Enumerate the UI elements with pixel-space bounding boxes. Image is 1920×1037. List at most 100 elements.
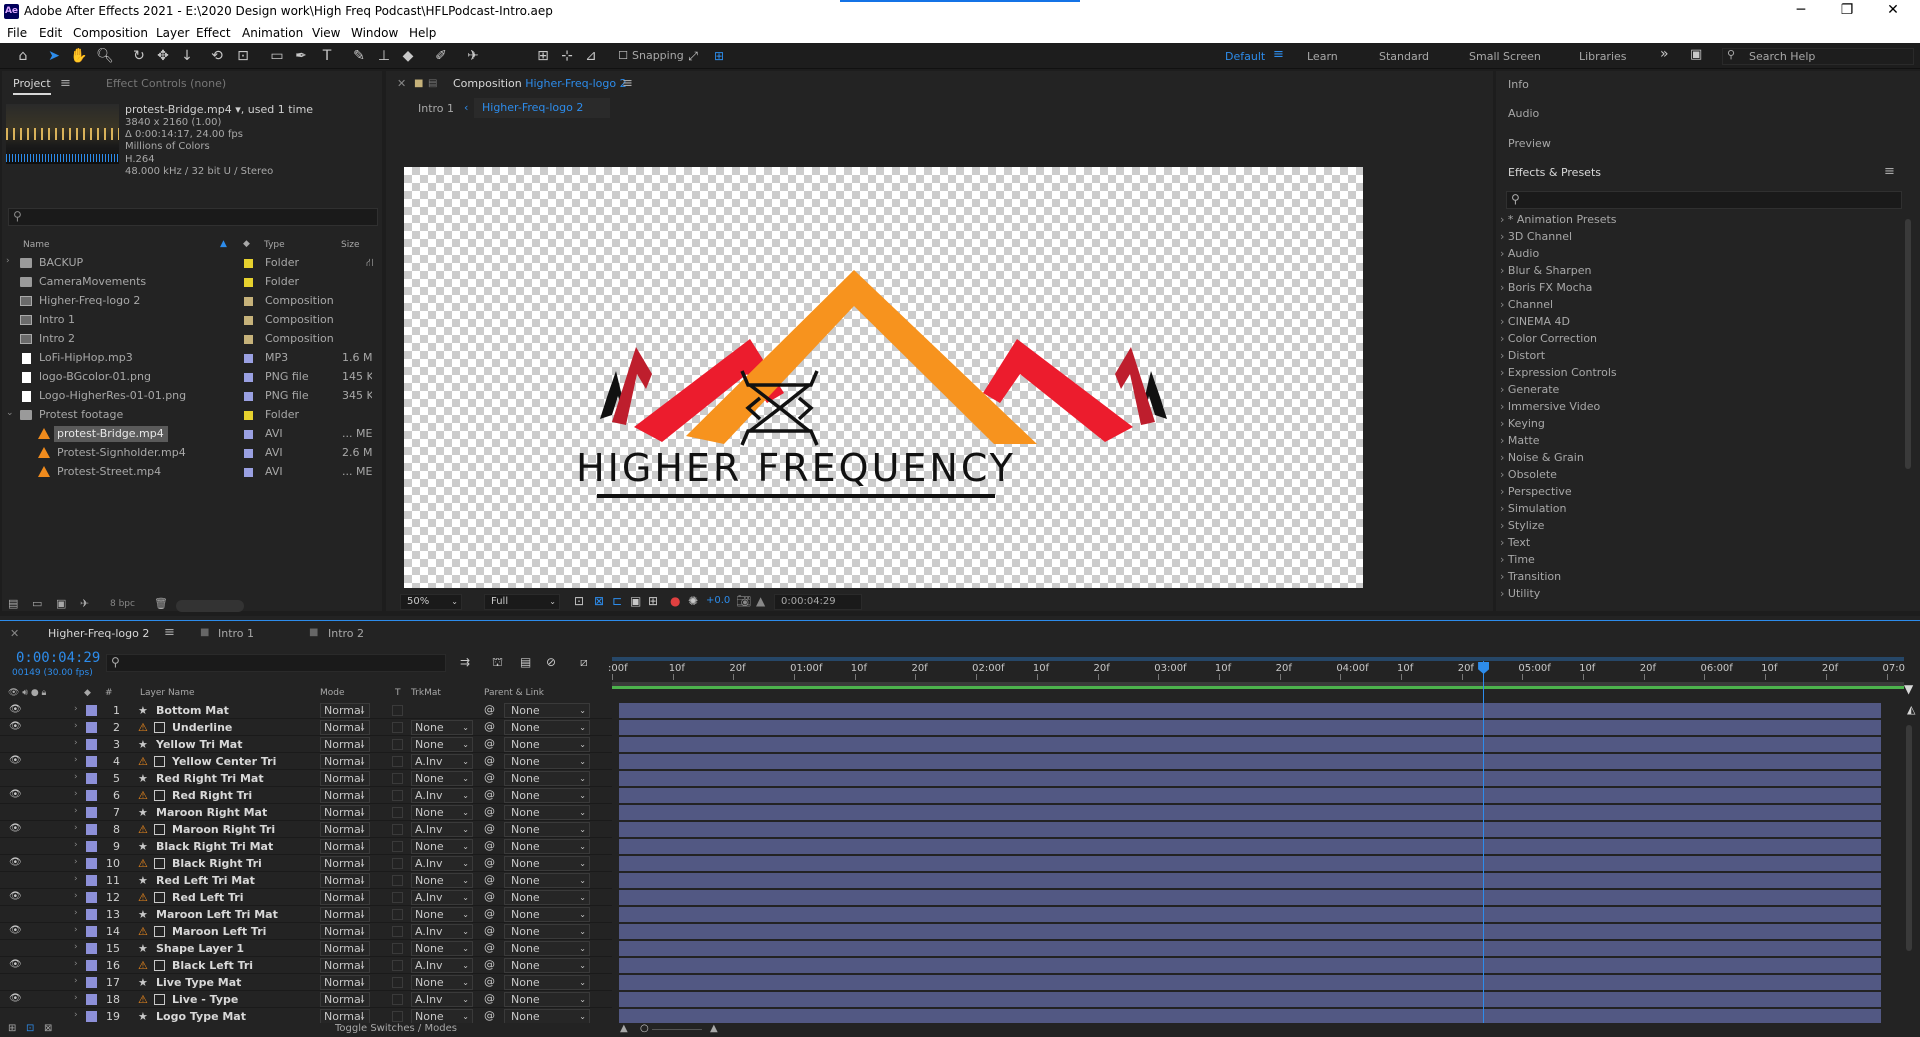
menu-help[interactable]: Help	[409, 26, 436, 40]
layer-name[interactable]: Maroon Left Tri Mat	[156, 908, 278, 921]
label-color-swatch[interactable]	[244, 335, 253, 344]
tab-effect-controls[interactable]: Effect Controls (none)	[106, 73, 226, 95]
timeline-zoom-slider-knob[interactable]: ○	[640, 1023, 649, 1034]
mask-visibility-icon[interactable]: ⊏	[612, 594, 622, 608]
layer-name[interactable]: Maroon Right Mat	[156, 806, 267, 819]
menu-effect[interactable]: Effect	[196, 26, 231, 40]
rotation-tool-icon[interactable]: ⟲	[206, 46, 228, 66]
blend-mode-dropdown[interactable]: Normal ⌄	[320, 737, 370, 752]
effect-category[interactable]: › Boris FX Mocha	[1500, 281, 1592, 294]
layer-duration-bar[interactable]	[619, 839, 1881, 854]
preserve-transparency-checkbox[interactable]	[392, 977, 403, 988]
workspace-libraries[interactable]: Libraries	[1579, 50, 1627, 63]
layer-name[interactable]: Shape Layer 1	[156, 942, 244, 955]
track-matte-dropdown[interactable]: None ⌄	[411, 720, 473, 735]
layer-row[interactable]: › 17 ★ Live Type Mat Normal ⌄ None ⌄ @ None ⌄	[0, 974, 1900, 991]
comp-lock-icon[interactable]: ■	[414, 73, 423, 95]
effects-menu-icon[interactable]: ≡	[1884, 164, 1895, 179]
pan-behind-tool-icon[interactable]: ⊡	[232, 46, 254, 66]
pick-whip-icon[interactable]: @	[484, 754, 495, 767]
layer-name[interactable]: Maroon Left Tri	[172, 925, 266, 938]
parent-dropdown[interactable]: None ⌄	[504, 856, 590, 871]
twirl-icon[interactable]: ›	[74, 738, 78, 748]
parent-dropdown[interactable]: None ⌄	[504, 1009, 590, 1024]
minimize-button[interactable]: ─	[1778, 2, 1824, 18]
snapping-options-icon[interactable]: ⤢	[682, 46, 704, 66]
pick-whip-icon[interactable]: @	[484, 856, 495, 869]
twirl-icon[interactable]: ›	[74, 1010, 78, 1020]
twirl-icon[interactable]: ›	[74, 993, 78, 1003]
preserve-transparency-checkbox[interactable]	[392, 875, 403, 886]
project-item[interactable]: protest-Bridge.mp4 AVI ... ME	[2, 425, 380, 444]
preserve-transparency-checkbox[interactable]	[392, 722, 403, 733]
layer-row[interactable]: › 7 ★ Maroon Right Mat Normal ⌄ None ⌄ @ None ⌄	[0, 804, 1900, 821]
layer-label-color[interactable]	[86, 790, 97, 801]
blend-mode-dropdown[interactable]: Normal ⌄	[320, 924, 370, 939]
parent-dropdown[interactable]: None ⌄	[504, 873, 590, 888]
menu-edit[interactable]: Edit	[39, 26, 62, 40]
blend-mode-dropdown[interactable]: Normal ⌄	[320, 890, 370, 905]
timeline-tab-higher-freq-logo-2[interactable]: Higher-Freq-logo 2	[48, 627, 149, 640]
preserve-transparency-checkbox[interactable]	[392, 824, 403, 835]
parent-dropdown[interactable]: None ⌄	[504, 890, 590, 905]
blend-mode-dropdown[interactable]: Normal ⌄	[320, 703, 370, 718]
composition-canvas[interactable]: HIGHER FREQUENCY	[404, 167, 1363, 588]
preserve-transparency-checkbox[interactable]	[392, 943, 403, 954]
layer-row[interactable]: 👁︎ › 4 ⚠ Yellow Center Tri Normal ⌄ A.Inv ⌄ @ None…	[0, 753, 1900, 770]
project-search-input[interactable]: ⚲	[8, 208, 378, 226]
new-composition-icon[interactable]: ▣	[56, 597, 66, 610]
parent-dropdown[interactable]: None ⌄	[504, 771, 590, 786]
toggle-switches-modes[interactable]: Toggle Switches / Modes	[335, 1023, 457, 1034]
audio-panel-header[interactable]: Audio	[1508, 107, 1539, 120]
effect-category[interactable]: › Color Correction	[1500, 332, 1597, 345]
layer-label-color[interactable]	[86, 1011, 97, 1022]
track-matte-dropdown[interactable]: None ⌄	[411, 1009, 473, 1024]
home-icon[interactable]: ⌂	[12, 46, 34, 66]
pick-whip-icon[interactable]: @	[484, 788, 495, 801]
layer-name[interactable]: Black Right Tri Mat	[156, 840, 273, 853]
layer-label-color[interactable]	[86, 756, 97, 767]
project-item[interactable]: › BACKUP Folder	[2, 254, 380, 273]
effect-category[interactable]: › Stylize	[1500, 519, 1544, 532]
layer-label-color[interactable]	[86, 807, 97, 818]
track-matte-dropdown[interactable]: None ⌄	[411, 907, 473, 922]
parent-dropdown[interactable]: None ⌄	[504, 992, 590, 1007]
label-column-icon[interactable]: ◆	[243, 239, 250, 249]
timeline-search-input[interactable]: ⚲	[106, 654, 446, 672]
layer-switches-icon[interactable]: ⊞	[8, 1023, 16, 1034]
layer-row[interactable]: 👁︎ › 8 ⚠ Maroon Right Tri Normal ⌄ A.Inv ⌄ @ None ⌄	[0, 821, 1900, 838]
snapping-checkbox-icon[interactable]: ☐	[612, 46, 634, 66]
maximize-button[interactable]: ❐	[1824, 2, 1870, 18]
twirl-icon[interactable]: ›	[74, 806, 78, 816]
preserve-transparency-checkbox[interactable]	[392, 705, 403, 716]
track-matte-dropdown[interactable]: A.Inv ⌄	[411, 890, 473, 905]
project-item[interactable]: Intro 1 Composition	[2, 311, 380, 330]
breadcrumb-intro-1[interactable]: Intro 1	[418, 102, 454, 115]
project-item[interactable]: Protest-Street.mp4 AVI ... ME	[2, 463, 380, 482]
zoom-tool-icon[interactable]: 🔍︎	[94, 46, 116, 66]
project-item[interactable]: logo-BGcolor-01.png PNG file 145 K	[2, 368, 380, 387]
project-item[interactable]: ⌄ Protest footage Folder	[2, 406, 380, 425]
twirl-icon[interactable]: ›	[74, 840, 78, 850]
label-color-swatch[interactable]	[244, 278, 253, 287]
layer-duration-bar[interactable]	[619, 720, 1881, 735]
effect-category[interactable]: › Noise & Grain	[1500, 451, 1584, 464]
in-out-icon[interactable]: ⊠	[44, 1023, 52, 1034]
eye-icon[interactable]: 👁︎	[9, 755, 22, 766]
label-color-swatch[interactable]	[244, 430, 253, 439]
selection-tool-icon[interactable]: ➤	[43, 46, 65, 66]
effect-category[interactable]: › * Animation Presets	[1500, 213, 1617, 226]
preserve-transparency-checkbox[interactable]	[392, 960, 403, 971]
zoom-out-icon[interactable]: ▲	[620, 1023, 628, 1034]
twirl-icon[interactable]: ›	[74, 857, 78, 867]
search-help-input[interactable]: Search Help	[1722, 48, 1914, 65]
layer-duration-bar[interactable]	[619, 1009, 1881, 1024]
layer-row[interactable]: › 5 ★ Red Right Tri Mat Normal ⌄ None ⌄ @ None ⌄	[0, 770, 1900, 787]
workspace-small-screen[interactable]: Small Screen	[1469, 50, 1541, 63]
effect-category[interactable]: › Utility	[1500, 587, 1540, 600]
preserve-transparency-checkbox[interactable]	[392, 756, 403, 767]
playhead-line[interactable]	[1483, 661, 1485, 1037]
twirl-icon[interactable]: ›	[6, 256, 10, 266]
layer-name[interactable]: Black Left Tri	[172, 959, 253, 972]
effect-category[interactable]: › Blur & Sharpen	[1500, 264, 1592, 277]
